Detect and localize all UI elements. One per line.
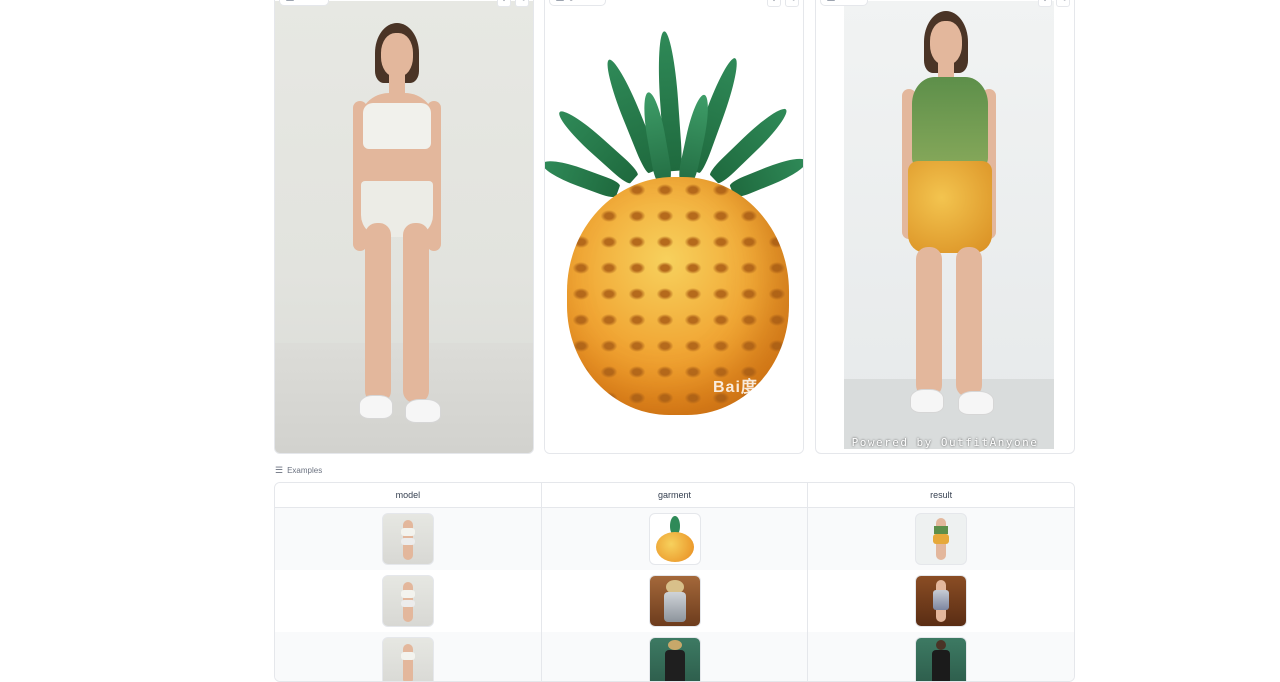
result-person [902,11,1002,441]
black-dress-result-thumb[interactable] [915,637,968,681]
table-row[interactable] [275,508,1074,570]
garment-actions: ↓ ⋖ [767,0,799,7]
list-icon: ☰ [275,465,284,475]
image-icon [556,0,564,1]
column-header-garment: garment [542,483,809,507]
garment-label: garment [549,0,607,6]
share-icon[interactable]: ⋖ [515,0,529,7]
baidu-watermark: Bai度 [713,379,758,396]
garment-image-panel: garment ↓ ⋖ Bai度 [544,0,804,454]
download-icon[interactable]: ↓ [1038,0,1052,7]
silver-outfit-thumb[interactable] [648,575,701,627]
pineapple-dress-thumb[interactable] [915,513,968,565]
examples-header: ☰ Examples [275,465,323,475]
model-standing-thumb[interactable] [381,575,434,627]
share-icon[interactable]: ⋖ [1056,0,1070,7]
share-icon[interactable]: ⋖ [785,0,799,7]
examples-table-body [275,508,1074,681]
table-row[interactable] [275,570,1074,632]
model-photo[interactable] [275,1,533,453]
model-actions: ↓ ⋖ [497,0,529,7]
image-icon [827,0,835,1]
silver-outfit-result-thumb[interactable] [915,575,968,627]
download-icon[interactable]: ↓ [767,0,781,7]
black-dress-thumb[interactable] [648,637,701,681]
pineapple-thumb[interactable] [648,513,701,565]
powered-by-caption: Powered by OutfitAnyone [851,436,1039,449]
table-row[interactable] [275,632,1074,681]
column-header-model: model [275,483,542,507]
model-label: model [279,0,329,6]
download-icon[interactable]: ↓ [497,0,511,7]
result-label: result [820,0,868,6]
garment-photo[interactable]: Bai度 [545,1,803,453]
model-image-panel: model ↓ ⋖ [274,0,534,454]
result-photo[interactable]: Powered by OutfitAnyone [816,1,1074,453]
examples-table: model garment result [274,482,1075,682]
image-icon [286,0,294,1]
result-image-panel: result ↓ ⋖ Powered by OutfitAnyone [815,0,1075,454]
model-person [353,23,453,453]
model-standing-thumb[interactable] [381,637,434,681]
result-actions: ↓ ⋖ [1038,0,1070,7]
column-header-result: result [930,490,953,500]
model-standing-thumb[interactable] [381,513,434,565]
examples-table-header: model garment result [275,483,1074,508]
